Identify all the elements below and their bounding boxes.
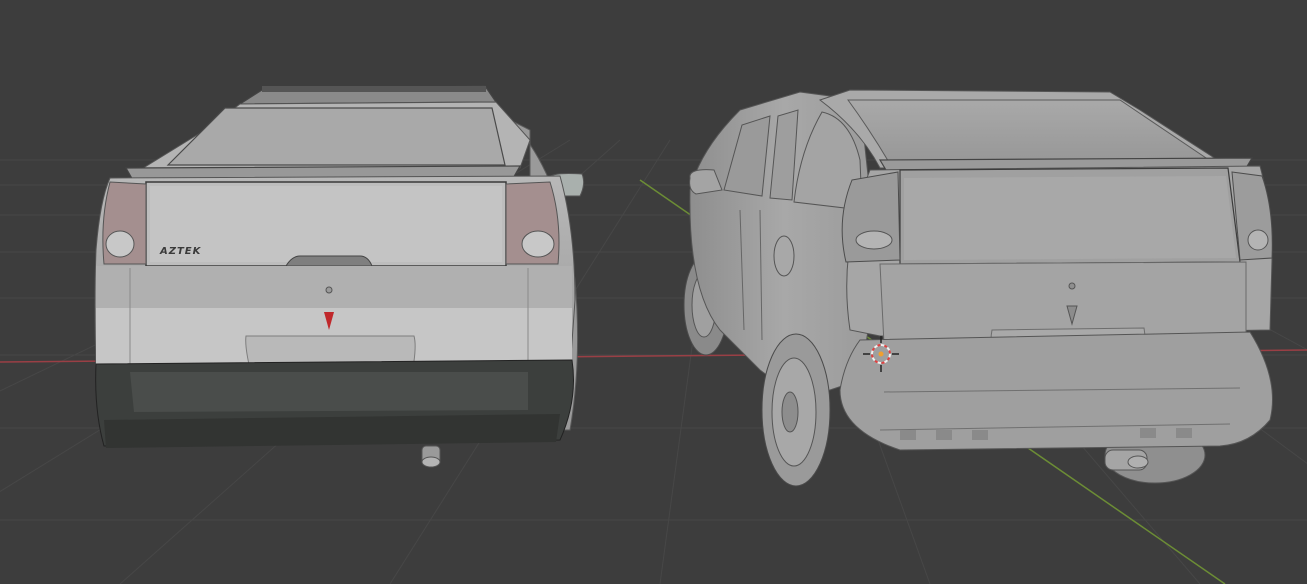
3d-viewport[interactable]: AZTEK [0,0,1307,584]
left-car-model[interactable]: AZTEK [94,85,585,468]
aztek-badge: AZTEK [159,246,202,257]
viewport-scene[interactable]: AZTEK [0,0,1307,584]
right-car-model[interactable] [683,89,1273,487]
